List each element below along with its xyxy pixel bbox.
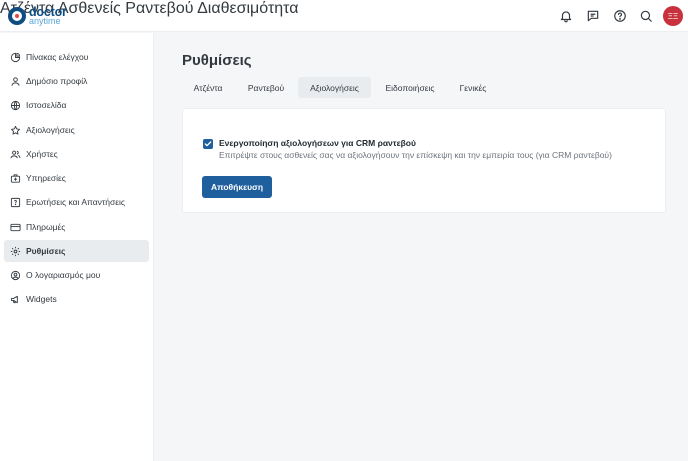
sidebar-item-label: Ρυθμίσεις: [26, 246, 66, 256]
sidebar-item-label: Πληρωμές: [26, 222, 66, 232]
globe-icon: [9, 99, 21, 111]
sidebar-item-label: Ιστοσελίδα: [26, 100, 67, 110]
sidebar-item-widgets[interactable]: Widgets: [4, 288, 149, 310]
sidebar-item-label: Υπηρεσίες: [26, 173, 66, 183]
sidebar-item-public-profile[interactable]: Δημόσιο προφίλ: [4, 70, 149, 92]
tab-general[interactable]: Γενικές: [449, 77, 497, 98]
sidebar-item-services[interactable]: Υπηρεσίες: [4, 167, 149, 189]
sidebar-item-label: Ερωτήσεις και Απαντήσεις: [26, 197, 126, 207]
star-icon: [9, 124, 21, 136]
search-icon[interactable]: [638, 8, 654, 24]
tab-appointments[interactable]: Ραντεβού: [238, 77, 294, 98]
help-icon[interactable]: [612, 8, 628, 24]
sidebar-item-dashboard[interactable]: Πίνακας ελέγχου: [4, 46, 149, 68]
sidebar: Πίνακας ελέγχου Δημόσιο προφίλ Ιστοσελίδ…: [0, 33, 154, 461]
nav-availability[interactable]: Διαθεσιμότητα: [197, 0, 298, 17]
sidebar-item-reviews[interactable]: Αξιολογήσεις: [4, 119, 149, 141]
tab-agenda[interactable]: Ατζέντα: [182, 77, 234, 98]
sidebar-item-label: Δημόσιο προφίλ: [26, 76, 88, 86]
check-icon: [204, 141, 212, 147]
users-icon: [9, 148, 21, 160]
enable-crm-reviews-checkbox[interactable]: [203, 139, 213, 149]
top-bar: doctor anytime Ατζέντα Ασθενείς Ραντεβού…: [0, 0, 688, 32]
sidebar-item-label: Πίνακας ελέγχου: [26, 52, 89, 62]
chat-icon[interactable]: [585, 8, 601, 24]
sidebar-item-label: Ο λογαριασμός μου: [26, 270, 101, 280]
gear-icon: [9, 245, 21, 257]
dashboard-icon: [9, 51, 21, 63]
card-icon: [9, 221, 21, 233]
logo-mark-icon: [8, 7, 26, 25]
sidebar-item-my-account[interactable]: Ο λογαριασμός μου: [4, 264, 149, 286]
checkbox-label[interactable]: Ενεργοποίηση αξιολογήσεων για CRM ραντεβ…: [219, 138, 416, 148]
sidebar-item-users[interactable]: Χρήστες: [4, 143, 149, 165]
page-title: Ρυθμίσεις: [182, 52, 252, 69]
nav-patients[interactable]: Ασθενείς: [58, 0, 121, 17]
brand-logo[interactable]: doctor anytime: [8, 5, 67, 27]
sidebar-item-label: Widgets: [26, 294, 57, 304]
tab-reviews[interactable]: Αξιολογήσεις: [298, 77, 371, 98]
megaphone-icon: [9, 293, 21, 305]
sidebar-item-settings[interactable]: Ρυθμίσεις: [4, 240, 149, 262]
sidebar-item-label: Χρήστες: [26, 149, 58, 159]
user-icon: [9, 75, 21, 87]
tab-notifications[interactable]: Ειδοποιήσεις: [375, 77, 445, 98]
user-avatar[interactable]: ΞΞ: [663, 6, 683, 26]
bell-icon[interactable]: [558, 8, 574, 24]
sidebar-item-payments[interactable]: Πληρωμές: [4, 216, 149, 238]
medical-bag-icon: [9, 172, 21, 184]
checkbox-help-text: Επιτρέψτε στους ασθενείς σας να αξιολογή…: [219, 150, 612, 160]
sidebar-item-qa[interactable]: Ερωτήσεις και Απαντήσεις: [4, 191, 149, 213]
nav-appointments[interactable]: Ραντεβού: [125, 0, 193, 17]
account-icon: [9, 269, 21, 281]
sidebar-item-label: Αξιολογήσεις: [26, 125, 75, 135]
qa-icon: [9, 196, 21, 208]
save-button[interactable]: Αποθήκευση: [202, 176, 272, 198]
sidebar-item-website[interactable]: Ιστοσελίδα: [4, 94, 149, 116]
